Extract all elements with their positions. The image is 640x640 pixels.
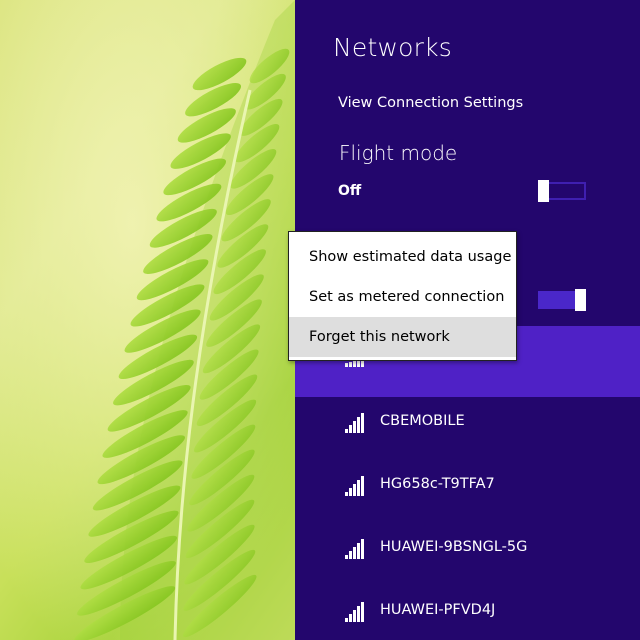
wifi-toggle[interactable] — [538, 289, 586, 311]
network-ssid: HUAWEI-9BSNGL-5G — [380, 539, 528, 555]
network-item[interactable]: HUAWEI-9BSNGL-5G — [295, 527, 640, 571]
set-as-metered-connection-item[interactable]: Set as metered connection — [289, 277, 516, 317]
toggle-thumb — [538, 180, 549, 202]
network-context-menu: Show estimated data usage Set as metered… — [288, 231, 517, 361]
network-item[interactable]: HG658c-T9TFA7 — [295, 464, 640, 508]
pane-title: Networks — [333, 33, 453, 62]
network-ssid: HUAWEI-PFVD4J — [380, 602, 496, 618]
network-ssid: HG658c-T9TFA7 — [380, 476, 495, 492]
forget-this-network-item[interactable]: Forget this network — [289, 317, 516, 357]
flight-mode-toggle[interactable] — [538, 180, 586, 202]
leaf-wallpaper-image — [0, 0, 295, 640]
wifi-signal-icon — [345, 413, 367, 433]
flight-mode-state-label: Off — [338, 183, 362, 199]
wifi-signal-icon — [345, 602, 367, 622]
wifi-signal-icon — [345, 476, 367, 496]
wifi-signal-icon — [345, 539, 367, 559]
network-item[interactable]: CBEMOBILE — [295, 401, 640, 445]
network-ssid: CBEMOBILE — [380, 413, 465, 429]
show-estimated-data-usage-item[interactable]: Show estimated data usage — [289, 237, 516, 277]
toggle-thumb — [575, 289, 586, 311]
desktop-wallpaper — [0, 0, 295, 640]
flight-mode-heading: Flight mode — [339, 141, 458, 165]
view-connection-settings-link[interactable]: View Connection Settings — [338, 95, 523, 111]
network-item[interactable]: HUAWEI-PFVD4J — [295, 590, 640, 634]
